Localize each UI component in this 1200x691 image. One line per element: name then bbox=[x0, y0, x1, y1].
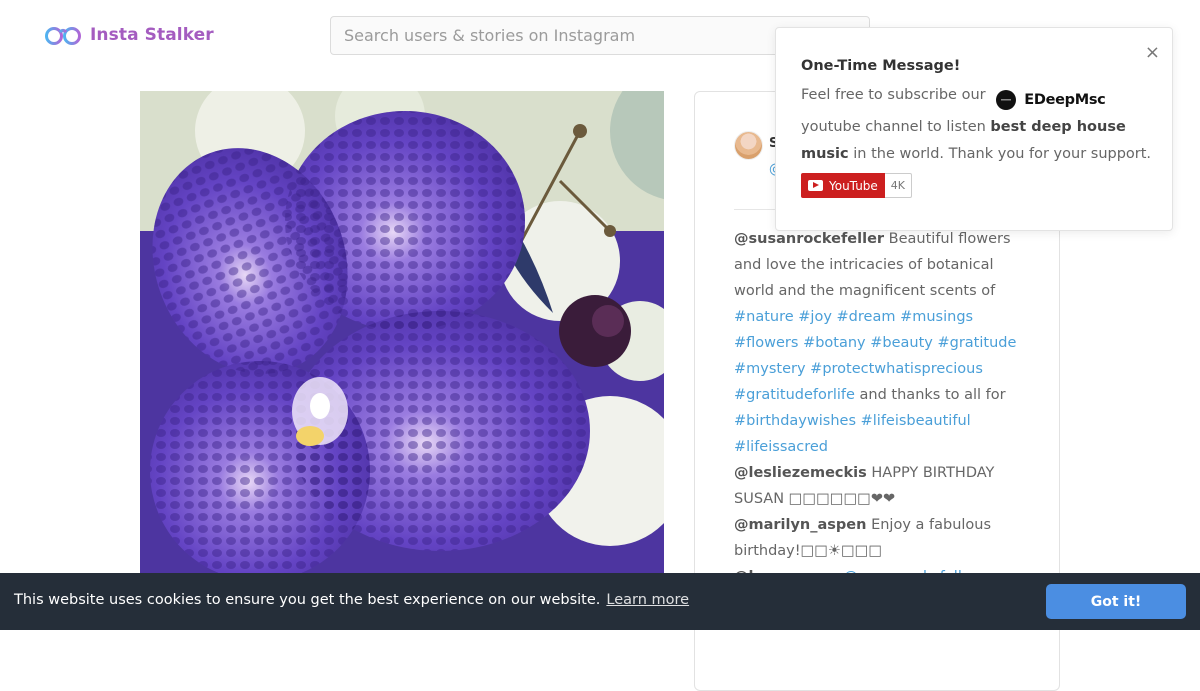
youtube-subscribe-widget: YouTube 4K bbox=[801, 173, 913, 198]
popup-body: Feel free to subscribe our EDeepMsc yout… bbox=[801, 82, 1156, 168]
one-time-message-popup: × One-Time Message! Feel free to subscri… bbox=[775, 27, 1173, 231]
hashtag[interactable]: #beauty bbox=[870, 335, 933, 351]
hashtag[interactable]: #birthdaywishes bbox=[734, 413, 856, 429]
cookie-message: This website uses cookies to ensure you … bbox=[14, 592, 689, 608]
hashtag[interactable]: #protectwhatisprecious bbox=[810, 361, 983, 377]
close-icon[interactable]: × bbox=[1145, 44, 1160, 62]
subscriber-count: 4K bbox=[884, 173, 913, 198]
hashtag[interactable]: #flowers bbox=[734, 335, 798, 351]
hashtag[interactable]: #gratitudeforlife bbox=[734, 387, 855, 403]
comment-text: and thanks to all for bbox=[854, 387, 1006, 403]
popup-text: in the world. Thank you for your support… bbox=[853, 145, 1152, 162]
youtube-subscribe-button[interactable]: YouTube bbox=[801, 173, 885, 198]
hashtag[interactable]: #botany bbox=[803, 335, 866, 351]
hashtag[interactable]: #mystery bbox=[734, 361, 806, 377]
avatar[interactable] bbox=[734, 131, 763, 160]
hashtag[interactable]: #dream bbox=[837, 309, 896, 325]
post-photo[interactable] bbox=[140, 91, 664, 573]
cookie-banner: This website uses cookies to ensure you … bbox=[0, 573, 1200, 630]
comment-username[interactable]: @lesliezemeckis bbox=[734, 465, 867, 481]
hashtag[interactable]: #nature bbox=[734, 309, 794, 325]
comments-list: @susanrockefeller Beautiful flowers and … bbox=[734, 226, 1026, 616]
got-it-button[interactable]: Got it! bbox=[1046, 584, 1186, 619]
learn-more-link[interactable]: Learn more bbox=[606, 592, 689, 608]
cookie-text: This website uses cookies to ensure you … bbox=[14, 592, 601, 608]
brand-name: Insta Stalker bbox=[90, 25, 214, 45]
popup-text: Feel free to subscribe our bbox=[801, 87, 986, 103]
hashtag[interactable]: #gratitude bbox=[937, 335, 1016, 351]
brand-logo[interactable]: Insta Stalker bbox=[44, 22, 214, 48]
hashtag[interactable]: #lifeisbeautiful bbox=[861, 413, 971, 429]
popup-title: One-Time Message! bbox=[801, 58, 961, 74]
youtube-label: YouTube bbox=[829, 178, 878, 193]
channel-logo-icon bbox=[996, 90, 1017, 110]
binoculars-icon bbox=[45, 27, 81, 45]
comment-username[interactable]: @susanrockefeller bbox=[734, 231, 884, 247]
hashtag[interactable]: #joy bbox=[798, 309, 832, 325]
channel-link[interactable]: EDeepMsc bbox=[996, 87, 1106, 114]
channel-name: EDeepMsc bbox=[1024, 91, 1106, 108]
comment-username[interactable]: @marilyn_aspen bbox=[734, 517, 866, 533]
hashtag[interactable]: #lifeissacred bbox=[734, 439, 828, 455]
popup-text: youtube channel to listen bbox=[801, 118, 986, 135]
hashtag[interactable]: #musings bbox=[900, 309, 973, 325]
youtube-icon bbox=[808, 180, 823, 191]
